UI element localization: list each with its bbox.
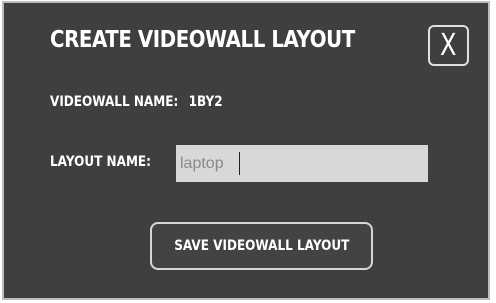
layout-name-label: LAYOUT NAME: — [50, 154, 151, 170]
layout-name-input[interactable] — [176, 145, 428, 182]
videowall-name-row: VIDEOWALL NAME: 1BY2 — [50, 94, 223, 110]
close-button[interactable]: X — [428, 25, 469, 66]
dialog-title: CREATE VIDEOWALL LAYOUT — [50, 27, 355, 53]
save-button-label: SAVE VIDEOWALL LAYOUT — [173, 238, 350, 254]
create-videowall-layout-dialog: CREATE VIDEOWALL LAYOUT X VIDEOWALL NAME… — [2, 1, 490, 300]
close-icon: X — [440, 27, 457, 63]
videowall-name-label: VIDEOWALL NAME: — [50, 94, 179, 110]
videowall-name-value: 1BY2 — [188, 94, 223, 110]
save-videowall-layout-button[interactable]: SAVE VIDEOWALL LAYOUT — [150, 222, 373, 270]
text-cursor — [239, 152, 240, 175]
